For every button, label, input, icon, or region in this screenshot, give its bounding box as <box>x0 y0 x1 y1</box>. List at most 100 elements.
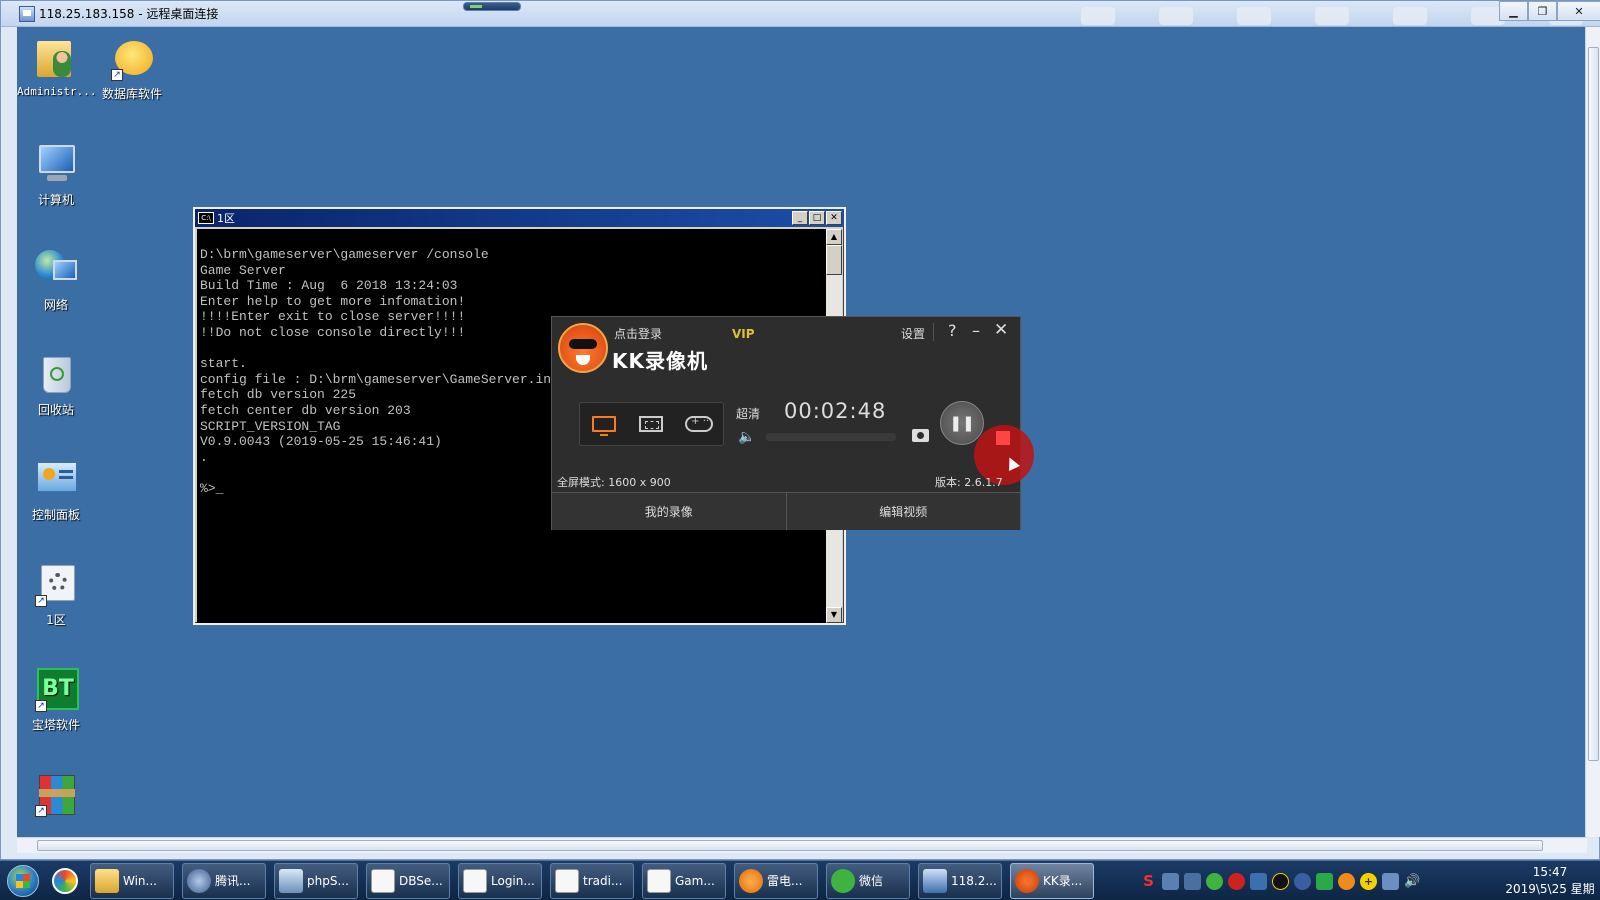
remote-desktop-window-controls: ▁ ❐ ✕ <box>1499 1 1600 21</box>
taskbar-button[interactable]: Login... <box>458 862 542 899</box>
console-titlebar[interactable]: C:\ 1区 _ □ ✕ <box>195 209 844 227</box>
edit-video-button[interactable]: 编辑视频 <box>786 493 1020 530</box>
fullscreen-mode-button[interactable] <box>589 413 619 436</box>
defender-tray-icon[interactable] <box>1250 872 1267 890</box>
taskbar-button[interactable]: 雷电... <box>734 862 818 899</box>
game-mode-button[interactable] <box>684 413 714 435</box>
region-icon <box>639 416 664 432</box>
desktop-icon-label: 回收站 <box>37 403 74 417</box>
recycle-bin-icon <box>33 351 79 397</box>
network-tray-icon[interactable] <box>1184 872 1201 890</box>
taskbar-button[interactable]: Gam... <box>642 862 726 899</box>
remote-desktop-vertical-scrollbar[interactable] <box>1585 27 1600 837</box>
taskbar-button-label: 雷电... <box>767 874 803 888</box>
desktop-icon-administrator[interactable]: Administr... <box>17 35 96 98</box>
scroll-thumb[interactable] <box>1588 47 1599 761</box>
taskbar-button-label: phpS... <box>307 873 349 888</box>
settings-button[interactable]: 设置 <box>901 325 925 342</box>
taskbar-button[interactable]: phpS... <box>274 862 358 899</box>
screenshot-camera-icon[interactable] <box>912 429 929 442</box>
scroll-down-arrow-icon[interactable]: ▼ <box>826 607 842 623</box>
desktop-icon-label: 控制面板 <box>31 508 80 522</box>
pinwheel-app-icon <box>52 867 78 894</box>
taskbar-button[interactable]: 118.2... <box>918 862 1002 899</box>
desktop-icon-network[interactable]: 网络 <box>17 246 95 313</box>
document-icon <box>463 868 487 893</box>
security-tray-icon[interactable] <box>1316 872 1333 890</box>
kk-logo-icon <box>558 323 608 373</box>
close-button[interactable]: ✕ <box>1557 1 1600 21</box>
desktop-icon-label: 1区 <box>46 613 66 627</box>
taskbar-button-label: 微信 <box>859 874 884 888</box>
scroll-up-arrow-icon[interactable]: ▲ <box>826 229 842 245</box>
shortcut-arrow-icon: ↗ <box>111 69 123 81</box>
taskbar-button[interactable]: Win... <box>90 862 174 899</box>
remote-desktop-horizontal-scrollbar[interactable] <box>17 837 1587 853</box>
desktop-icon-control-panel[interactable]: 控制面板 <box>17 456 95 523</box>
shortcut-arrow-icon: ↗ <box>35 595 47 607</box>
desktop-icon-archive[interactable]: ↗ <box>17 771 95 821</box>
area-mode-button[interactable] <box>636 413 666 435</box>
volume-tray-icon[interactable]: 🔊 <box>1404 873 1421 890</box>
sync-tray-icon[interactable] <box>1294 872 1311 890</box>
console-close-button[interactable]: ✕ <box>826 211 842 225</box>
minimize-button[interactable]: – <box>972 321 980 340</box>
desktop-icon-label: 宝塔软件 <box>31 718 80 732</box>
desktop-icon-database-software[interactable]: ↗ 数据库软件 <box>93 35 171 102</box>
archive-icon: ↗ <box>33 771 79 817</box>
help-button[interactable]: ? <box>948 321 957 340</box>
desktop-icon-computer[interactable]: 计算机 <box>17 141 95 208</box>
antivirus-tray-icon[interactable] <box>1228 872 1245 890</box>
taskbar-button[interactable]: KK录... <box>1010 862 1094 899</box>
monitor-tray-icon[interactable] <box>1162 872 1179 890</box>
desktop-icon-recycle-bin[interactable]: 回收站 <box>17 351 95 418</box>
remote-desktop-title: 118.25.183.158 - 远程桌面连接 <box>39 7 219 21</box>
scroll-thumb[interactable] <box>37 840 1543 851</box>
close-button[interactable]: ✕ <box>994 320 1008 340</box>
system-clock[interactable]: 15:47 2019\5\25 星期六 <box>1500 864 1600 900</box>
start-button[interactable] <box>0 861 46 900</box>
taskbar-button-label: Login... <box>491 873 535 888</box>
thunder-tray-icon[interactable] <box>1338 872 1355 890</box>
tencent-icon <box>187 868 211 893</box>
recording-timer: 00:02:48 <box>784 399 887 423</box>
quick-launch-item[interactable] <box>46 863 84 899</box>
desktop-icon-server-shortcut[interactable]: ↗ 1区 <box>17 561 95 628</box>
remote-desktop-icon <box>923 868 947 893</box>
taskbar-button[interactable]: tradi... <box>550 862 634 899</box>
kk-recorder-window: 点击登录 VIP KK录像机 设置 ? – ✕ 超清 00:02:48 🔈 ❚❚… <box>551 316 1034 530</box>
remote-desktop-icon <box>19 5 35 22</box>
titlebar-shape <box>1159 7 1193 25</box>
connection-bar-grip[interactable] <box>463 2 521 11</box>
add-tray-icon[interactable]: + <box>1360 872 1377 890</box>
console-line: Game Server <box>200 262 286 278</box>
qq-tray-icon[interactable] <box>1272 872 1289 890</box>
volume-slider[interactable] <box>766 433 896 441</box>
scroll-thumb[interactable] <box>826 245 842 275</box>
desktop-icon-bt-panel[interactable]: BT ↗ 宝塔软件 <box>17 666 95 733</box>
speaker-icon[interactable]: 🔈 <box>738 429 755 445</box>
bt-panel-icon: BT ↗ <box>33 666 79 712</box>
display-tray-icon[interactable] <box>1382 872 1399 890</box>
console-line: D:\brm\gameserver\gameserver /console <box>200 247 489 262</box>
console-minimize-button[interactable]: _ <box>792 211 808 225</box>
wechat-tray-icon[interactable] <box>1206 872 1223 890</box>
quality-selector[interactable]: 超清 <box>736 405 760 422</box>
taskbar-button[interactable]: 腾讯... <box>182 862 266 899</box>
remote-desktop-titlebar[interactable]: 118.25.183.158 - 远程桌面连接 ▁ ❐ ✕ <box>1 1 1600 27</box>
console-window-controls: _ □ ✕ <box>792 211 842 225</box>
minimize-button[interactable]: ▁ <box>1499 1 1528 21</box>
vip-badge[interactable]: VIP <box>732 327 755 341</box>
network-icon <box>33 246 79 292</box>
taskbar-button[interactable]: DBSe... <box>366 862 450 899</box>
taskbar-button[interactable]: 微信 <box>826 862 910 899</box>
console-maximize-button[interactable]: □ <box>809 211 825 225</box>
login-link[interactable]: 点击登录 <box>614 325 662 342</box>
my-videos-button[interactable]: 我的录像 <box>552 493 787 530</box>
version-info: 版本: 2.6.1.7 <box>935 476 1003 489</box>
stop-button[interactable] <box>996 431 1010 445</box>
sogou-input-icon[interactable]: S <box>1140 872 1157 890</box>
taskbar-button-label: KK录... <box>1043 874 1083 888</box>
restore-button[interactable]: ❐ <box>1528 1 1557 21</box>
desktop-icon-label: 数据库软件 <box>101 87 162 101</box>
